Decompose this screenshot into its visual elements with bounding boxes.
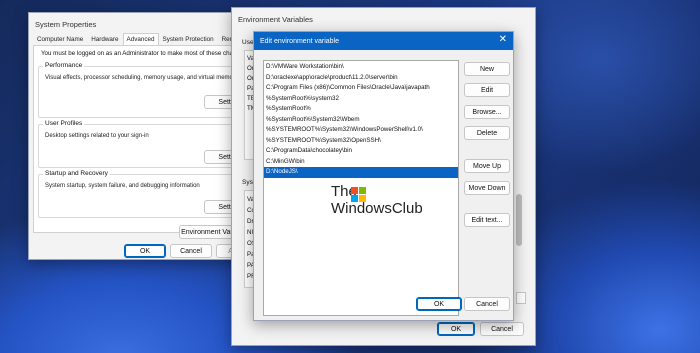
path-entry[interactable]: %SYSTEMROOT%\System32\OpenSSH\ bbox=[264, 136, 458, 147]
edit-text-button[interactable]: Edit text... bbox=[464, 213, 510, 227]
move-down-button[interactable]: Move Down bbox=[464, 181, 510, 195]
browse-button[interactable]: Browse... bbox=[464, 105, 510, 119]
path-entries: D:\VMWare Workstation\bin\ D:\oraclexe\a… bbox=[264, 61, 458, 178]
new-button[interactable]: New bbox=[464, 62, 510, 76]
system-properties-cancel-button[interactable]: Cancel bbox=[170, 244, 212, 258]
environment-variables-ok-button[interactable]: OK bbox=[437, 322, 475, 336]
system-properties-titlebar: System Properties bbox=[29, 13, 255, 35]
env-side-button-fragment[interactable] bbox=[516, 292, 526, 304]
path-entry[interactable]: C:\MinGW\bin bbox=[264, 157, 458, 168]
user-profiles-desc: Desktop settings related to your sign-in bbox=[45, 133, 149, 139]
watermark-line2: WindowsClub bbox=[331, 200, 423, 217]
system-properties-ok-button[interactable]: OK bbox=[124, 244, 166, 258]
startup-recovery-desc: System startup, system failure, and debu… bbox=[45, 183, 200, 189]
edit-env-cancel-button[interactable]: Cancel bbox=[464, 297, 510, 311]
environment-variables-titlebar: Environment Variables bbox=[232, 8, 535, 30]
environment-variables-title: Environment Variables bbox=[238, 14, 313, 24]
edit-env-titlebar: Edit environment variable ✕ bbox=[254, 32, 513, 50]
system-properties-title: System Properties bbox=[35, 19, 97, 29]
advanced-tab-panel: You must be logged on as an Administrato… bbox=[33, 45, 278, 239]
performance-desc: Visual effects, processor scheduling, me… bbox=[45, 75, 238, 81]
performance-title: Performance bbox=[43, 62, 85, 69]
edit-environment-variable-dialog: Edit environment variable ✕ D:\VMWare Wo… bbox=[253, 31, 514, 321]
path-entry-selected[interactable]: D:\NodeJS\ bbox=[264, 167, 458, 178]
startup-recovery-title: Startup and Recovery bbox=[43, 170, 110, 177]
admin-note: You must be logged on as an Administrato… bbox=[41, 50, 247, 57]
path-entry[interactable]: %SystemRoot% bbox=[264, 104, 458, 115]
edit-env-title: Edit environment variable bbox=[260, 37, 339, 45]
path-entry[interactable]: %SystemRoot%\System32\Wbem bbox=[264, 115, 458, 126]
path-entry[interactable]: C:\ProgramData\chocolatey\bin bbox=[264, 146, 458, 157]
path-entry[interactable]: %SystemRoot%\system32 bbox=[264, 94, 458, 105]
path-entry[interactable]: D:\oraclexe\app\oracle\product\11.2.0\se… bbox=[264, 73, 458, 84]
path-entry[interactable]: %SYSTEMROOT%\System32\WindowsPowerShell\… bbox=[264, 125, 458, 136]
environment-variables-cancel-button[interactable]: Cancel bbox=[480, 322, 524, 336]
user-profiles-title: User Profiles bbox=[43, 120, 85, 127]
move-up-button[interactable]: Move Up bbox=[464, 159, 510, 173]
thewindowsclub-watermark: The WindowsClub bbox=[331, 183, 451, 223]
edit-env-ok-button[interactable]: OK bbox=[416, 297, 462, 311]
system-properties-window: System Properties Computer Name Hardware… bbox=[28, 12, 278, 260]
system-variables-scrollbar[interactable] bbox=[516, 194, 522, 246]
path-entry[interactable]: C:\Program Files (x86)\Common Files\Orac… bbox=[264, 83, 458, 94]
path-entry[interactable]: D:\VMWare Workstation\bin\ bbox=[264, 62, 458, 73]
close-icon[interactable]: ✕ bbox=[499, 35, 507, 45]
delete-button[interactable]: Delete bbox=[464, 126, 510, 140]
edit-button[interactable]: Edit bbox=[464, 83, 510, 97]
